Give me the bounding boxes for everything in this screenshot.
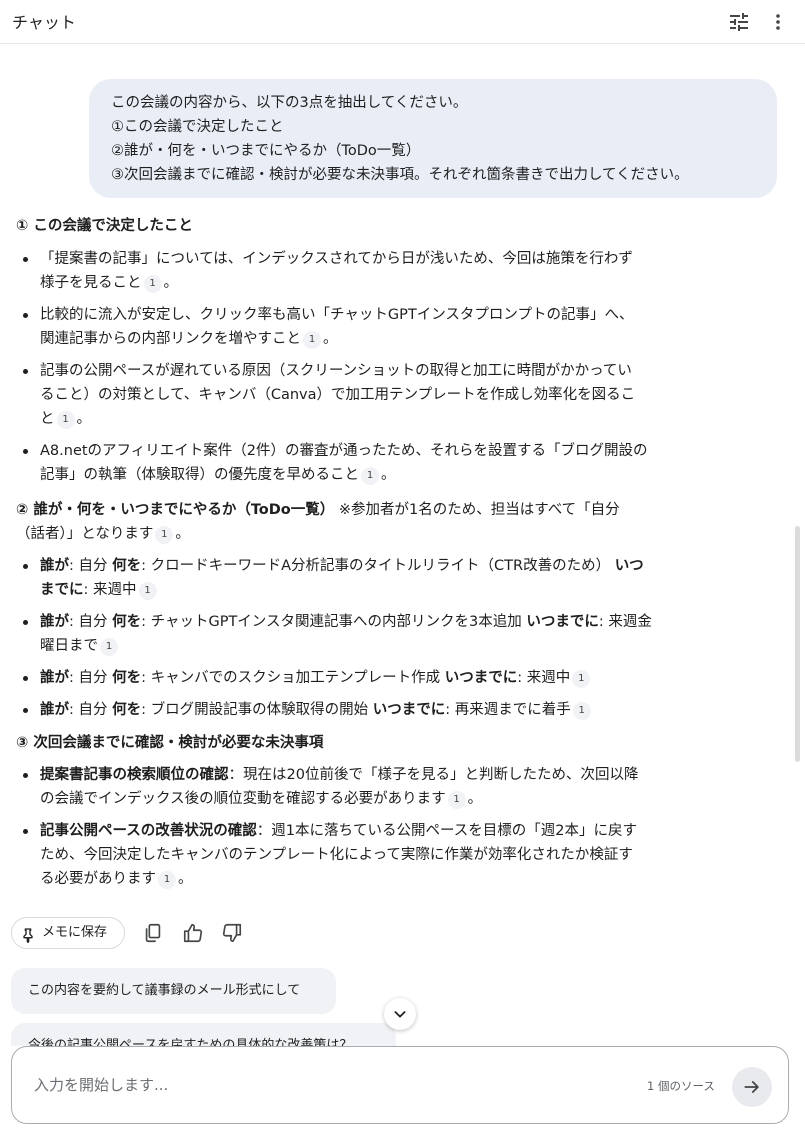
- citation-chip[interactable]: 1: [572, 670, 591, 688]
- citation-chip[interactable]: 1: [143, 275, 162, 293]
- save-to-note-button[interactable]: メモに保存: [11, 917, 125, 949]
- pin-icon: [20, 925, 36, 943]
- response-actions: メモに保存: [11, 917, 271, 949]
- list-item: 提案書記事の検索順位の確認：現在は20位前後で「様子を見る」と判断したため、次回…: [16, 763, 706, 811]
- citation-chip[interactable]: 1: [155, 526, 174, 544]
- list-item: 「提案書の記事」については、インデックスされてから日が浅いため、今回は施策を行わ…: [16, 247, 706, 295]
- todo-list: 誰が: 自分 何を: クロードキーワードA分析記事のタイトルリライト（CTR改善…: [16, 554, 706, 722]
- thumb-up-icon[interactable]: [182, 922, 204, 944]
- citation-chip[interactable]: 1: [138, 582, 157, 600]
- user-message-line: この会議の内容から、以下の3点を抽出してください。: [111, 95, 468, 111]
- source-count: 1 個のソース: [647, 1079, 715, 1093]
- more-vert-icon[interactable]: [766, 10, 790, 34]
- citation-chip[interactable]: 1: [303, 331, 321, 349]
- list-item: A8.netのアフィリエイト案件（2件）の審査が通ったため、それらを設置する「ブ…: [16, 439, 706, 487]
- send-button[interactable]: [732, 1067, 772, 1107]
- todo-intro: ② 誰が・何を・いつまでにやるか（ToDo一覧） ※参加者が1名のため、担当はす…: [16, 502, 620, 544]
- user-message-line: ①この会議で決定したこと: [111, 119, 284, 135]
- citation-chip[interactable]: 1: [572, 702, 591, 720]
- citation-chip[interactable]: 1: [361, 467, 379, 485]
- page-title: チャット: [12, 13, 76, 32]
- scroll-to-bottom-button[interactable]: [384, 998, 416, 1030]
- todo-item: 誰が: 自分 何を: ブログ開設記事の体験取得の開始 いつまでに: 再来週までに…: [16, 698, 706, 722]
- suggestion-chip[interactable]: この内容を要約して議事録のメール形式にして: [11, 968, 336, 1014]
- citation-chip[interactable]: 1: [56, 411, 75, 429]
- section-heading: ③ 次回会議までに確認・検討が必要な未決事項: [16, 735, 324, 751]
- user-message: この会議の内容から、以下の3点を抽出してください。 ①この会議で決定したこと ②…: [89, 79, 777, 198]
- assistant-answer: ① この会議で決定したこと 「提案書の記事」については、インデックスされてから日…: [16, 214, 706, 891]
- section-heading: ② 誰が・何を・いつまでにやるか（ToDo一覧）: [16, 502, 335, 518]
- chat-header: チャット: [0, 0, 805, 44]
- list-item: 比較的に流入が安定し、クリック率も高い「チャットGPTインスタプロンプトの記事」…: [16, 303, 706, 351]
- decisions-list: 「提案書の記事」については、インデックスされてから日が浅いため、今回は施策を行わ…: [16, 247, 706, 487]
- save-button-label: メモに保存: [42, 925, 108, 940]
- chat-input[interactable]: [34, 1071, 594, 1099]
- list-item: 記事公開ペースの改善状況の確認：週1本に落ちている公開ペースを目標の「週2本」に…: [16, 819, 706, 891]
- suggestion-chip[interactable]: 今後の記事公開ペースを戻すための具体的な改善策は？: [11, 1023, 396, 1046]
- section-heading: ① この会議で決定したこと: [16, 218, 193, 234]
- citation-chip[interactable]: 1: [100, 638, 118, 656]
- thumb-down-icon[interactable]: [221, 922, 243, 944]
- tune-icon[interactable]: [727, 10, 751, 34]
- todo-item: 誰が: 自分 何を: クロードキーワードA分析記事のタイトルリライト（CTR改善…: [16, 554, 706, 602]
- citation-chip[interactable]: 1: [158, 871, 176, 889]
- list-item: 記事の公開ペースが遅れている原因（スクリーンショットの取得と加工に時間がかかって…: [16, 359, 706, 431]
- todo-item: 誰が: 自分 何を: チャットGPTインスタ関連記事への内部リンクを3本追加 い…: [16, 610, 706, 658]
- message-composer: 1 個のソース: [11, 1046, 789, 1124]
- chevron-down-icon: [394, 1011, 406, 1018]
- scrollbar-thumb[interactable]: [795, 526, 800, 762]
- user-message-line: ③次回会議までに確認・検討が必要な未決事項。それぞれ箇条書きで出力してください。: [111, 167, 689, 183]
- user-message-line: ②誰が・何を・いつまでにやるか（ToDo一覧）: [111, 143, 421, 159]
- open-issues-list: 提案書記事の検索順位の確認：現在は20位前後で「様子を見る」と判断したため、次回…: [16, 763, 706, 891]
- citation-chip[interactable]: 1: [447, 791, 466, 809]
- todo-item: 誰が: 自分 何を: キャンバでのスクショ加工テンプレート作成 いつまでに: 来…: [16, 666, 706, 690]
- copy-icon[interactable]: [142, 922, 164, 944]
- arrow-right-icon: [744, 1081, 759, 1093]
